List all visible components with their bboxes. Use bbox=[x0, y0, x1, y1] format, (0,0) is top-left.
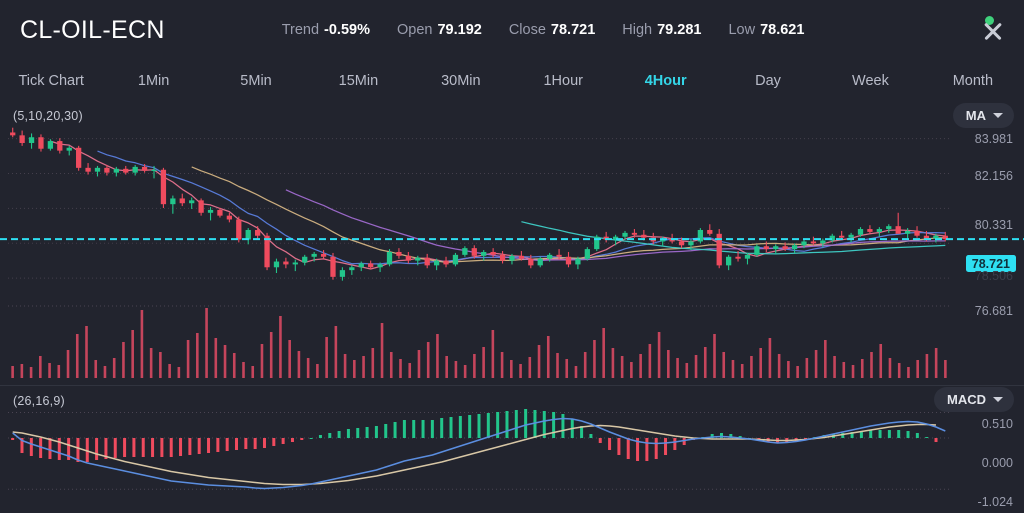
tab-week[interactable]: Week bbox=[819, 73, 921, 89]
header-actions bbox=[970, 14, 1010, 46]
quote-open-value: 79.192 bbox=[437, 22, 482, 38]
quote-low-value: 78.621 bbox=[760, 22, 805, 38]
quote-high-label: High bbox=[622, 22, 653, 38]
close-icon[interactable] bbox=[982, 20, 1004, 42]
tab-day[interactable]: Day bbox=[717, 73, 819, 89]
quote-close: Close 78.721 bbox=[509, 22, 595, 38]
volume-chart-pane[interactable] bbox=[0, 300, 1024, 385]
tab-15min[interactable]: 15Min bbox=[307, 73, 409, 89]
chevron-down-icon bbox=[993, 397, 1003, 402]
quote-open: Open 79.192 bbox=[397, 22, 482, 38]
quote-close-value: 78.721 bbox=[550, 22, 596, 38]
quote-high: High 79.281 bbox=[622, 22, 701, 38]
quote-high-value: 79.281 bbox=[657, 22, 702, 38]
timeframe-tabs: Tick Chart 1Min 5Min 15Min 30Min 1Hour 4… bbox=[0, 60, 1024, 102]
tab-5min[interactable]: 5Min bbox=[205, 73, 307, 89]
volume-canvas bbox=[8, 305, 950, 378]
quote-close-label: Close bbox=[508, 22, 546, 38]
macd-canvas bbox=[8, 409, 950, 490]
quote-summary: Trend -0.59% Open 79.192 Close 78.721 High 7… bbox=[282, 22, 805, 38]
trading-chart-window: CL-OIL-ECN Trend -0.59% Open 79.192 Close 7… bbox=[0, 0, 1024, 513]
chart-header: CL-OIL-ECN Trend -0.59% Open 79.192 Close 7… bbox=[0, 0, 1024, 60]
tab-4hour[interactable]: 4Hour bbox=[614, 73, 716, 89]
macd-indicator-select[interactable]: MACD bbox=[934, 387, 1014, 412]
current-price-tag: 78.721 bbox=[965, 255, 1016, 272]
macd-chart-pane[interactable]: (26,16,9) MACD bbox=[0, 385, 1024, 513]
quote-trend-label: Trend bbox=[281, 22, 320, 38]
tab-tick-chart[interactable]: Tick Chart bbox=[0, 73, 102, 89]
candlestick-canvas bbox=[0, 127, 1024, 281]
chevron-down-icon bbox=[993, 113, 1003, 118]
macd-indicator-label: MACD bbox=[947, 392, 986, 407]
ma-indicator-label: MA bbox=[965, 108, 986, 123]
quote-low: Low 78.621 bbox=[728, 22, 804, 38]
ma-indicator-select[interactable]: MA bbox=[952, 103, 1014, 128]
tab-1min[interactable]: 1Min bbox=[102, 73, 204, 89]
price-chart-pane[interactable]: (5,10,20,30) MA bbox=[0, 103, 1024, 300]
quote-trend-value: -0.59% bbox=[324, 22, 370, 38]
tab-1hour[interactable]: 1Hour bbox=[512, 73, 614, 89]
tab-30min[interactable]: 30Min bbox=[410, 73, 512, 89]
quote-low-label: Low bbox=[728, 22, 756, 38]
quote-trend: Trend -0.59% bbox=[282, 22, 370, 38]
quote-open-label: Open bbox=[396, 22, 433, 38]
tab-month[interactable]: Month bbox=[922, 73, 1024, 89]
symbol-title: CL-OIL-ECN bbox=[20, 15, 165, 44]
